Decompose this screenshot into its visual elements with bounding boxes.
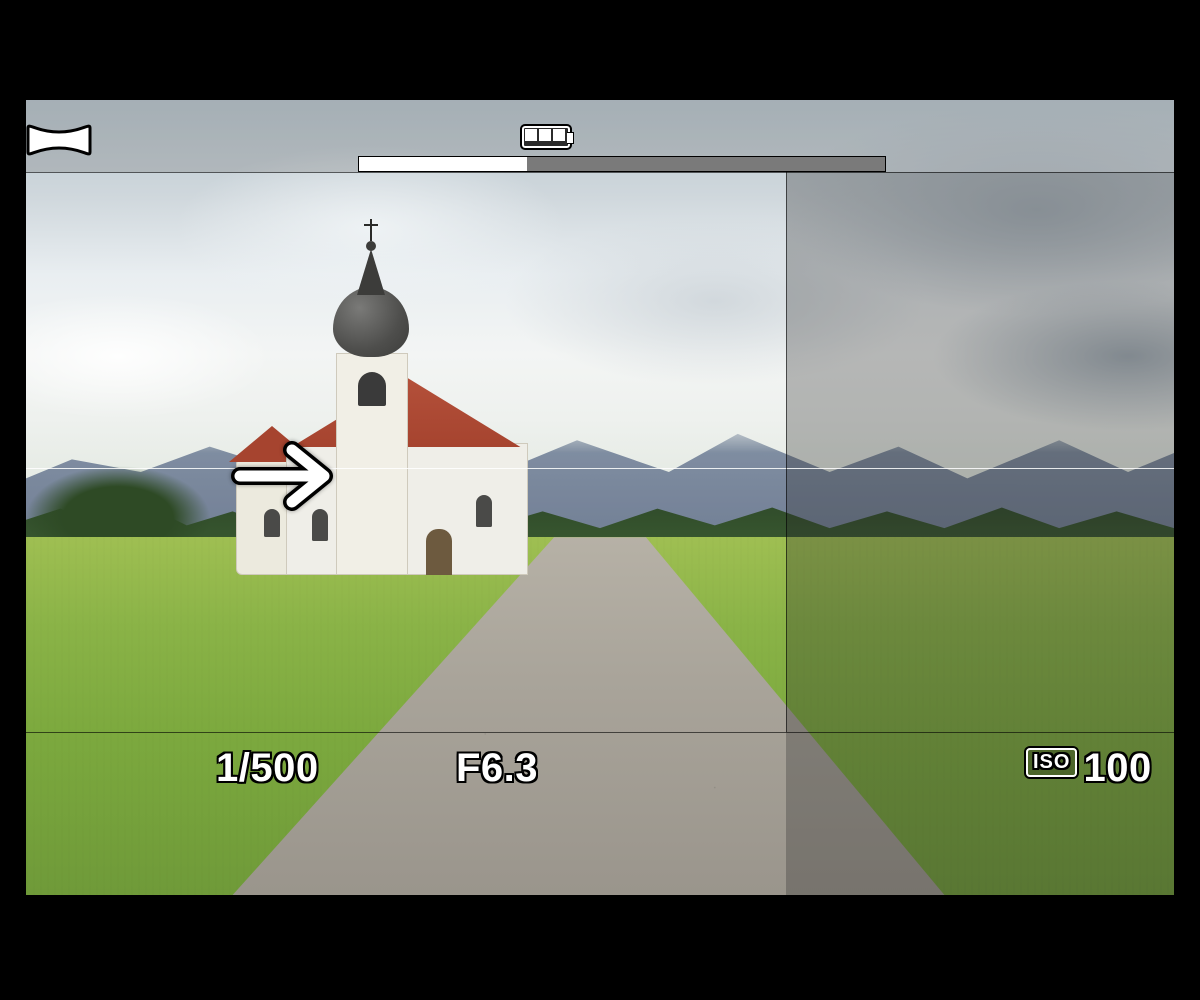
shutter-speed: 1/500 [216, 746, 319, 791]
viewfinder-scene [26, 100, 1174, 895]
pan-direction-arrow-icon [230, 436, 350, 516]
battery-icon [518, 126, 574, 148]
panorama-progress-fill [359, 157, 527, 171]
aperture-value: F6.3 [456, 746, 538, 791]
camera-lcd: 1/500 F6.3 ISO 100 [0, 100, 1200, 900]
iso-value: 100 [1083, 746, 1151, 791]
live-view: 1/500 F6.3 ISO 100 [26, 100, 1174, 895]
iso-label-badge: ISO [1026, 748, 1077, 777]
panorama-progress-bar [358, 156, 886, 172]
iso-readout: ISO 100 [1026, 746, 1152, 791]
panorama-icon [26, 118, 94, 162]
